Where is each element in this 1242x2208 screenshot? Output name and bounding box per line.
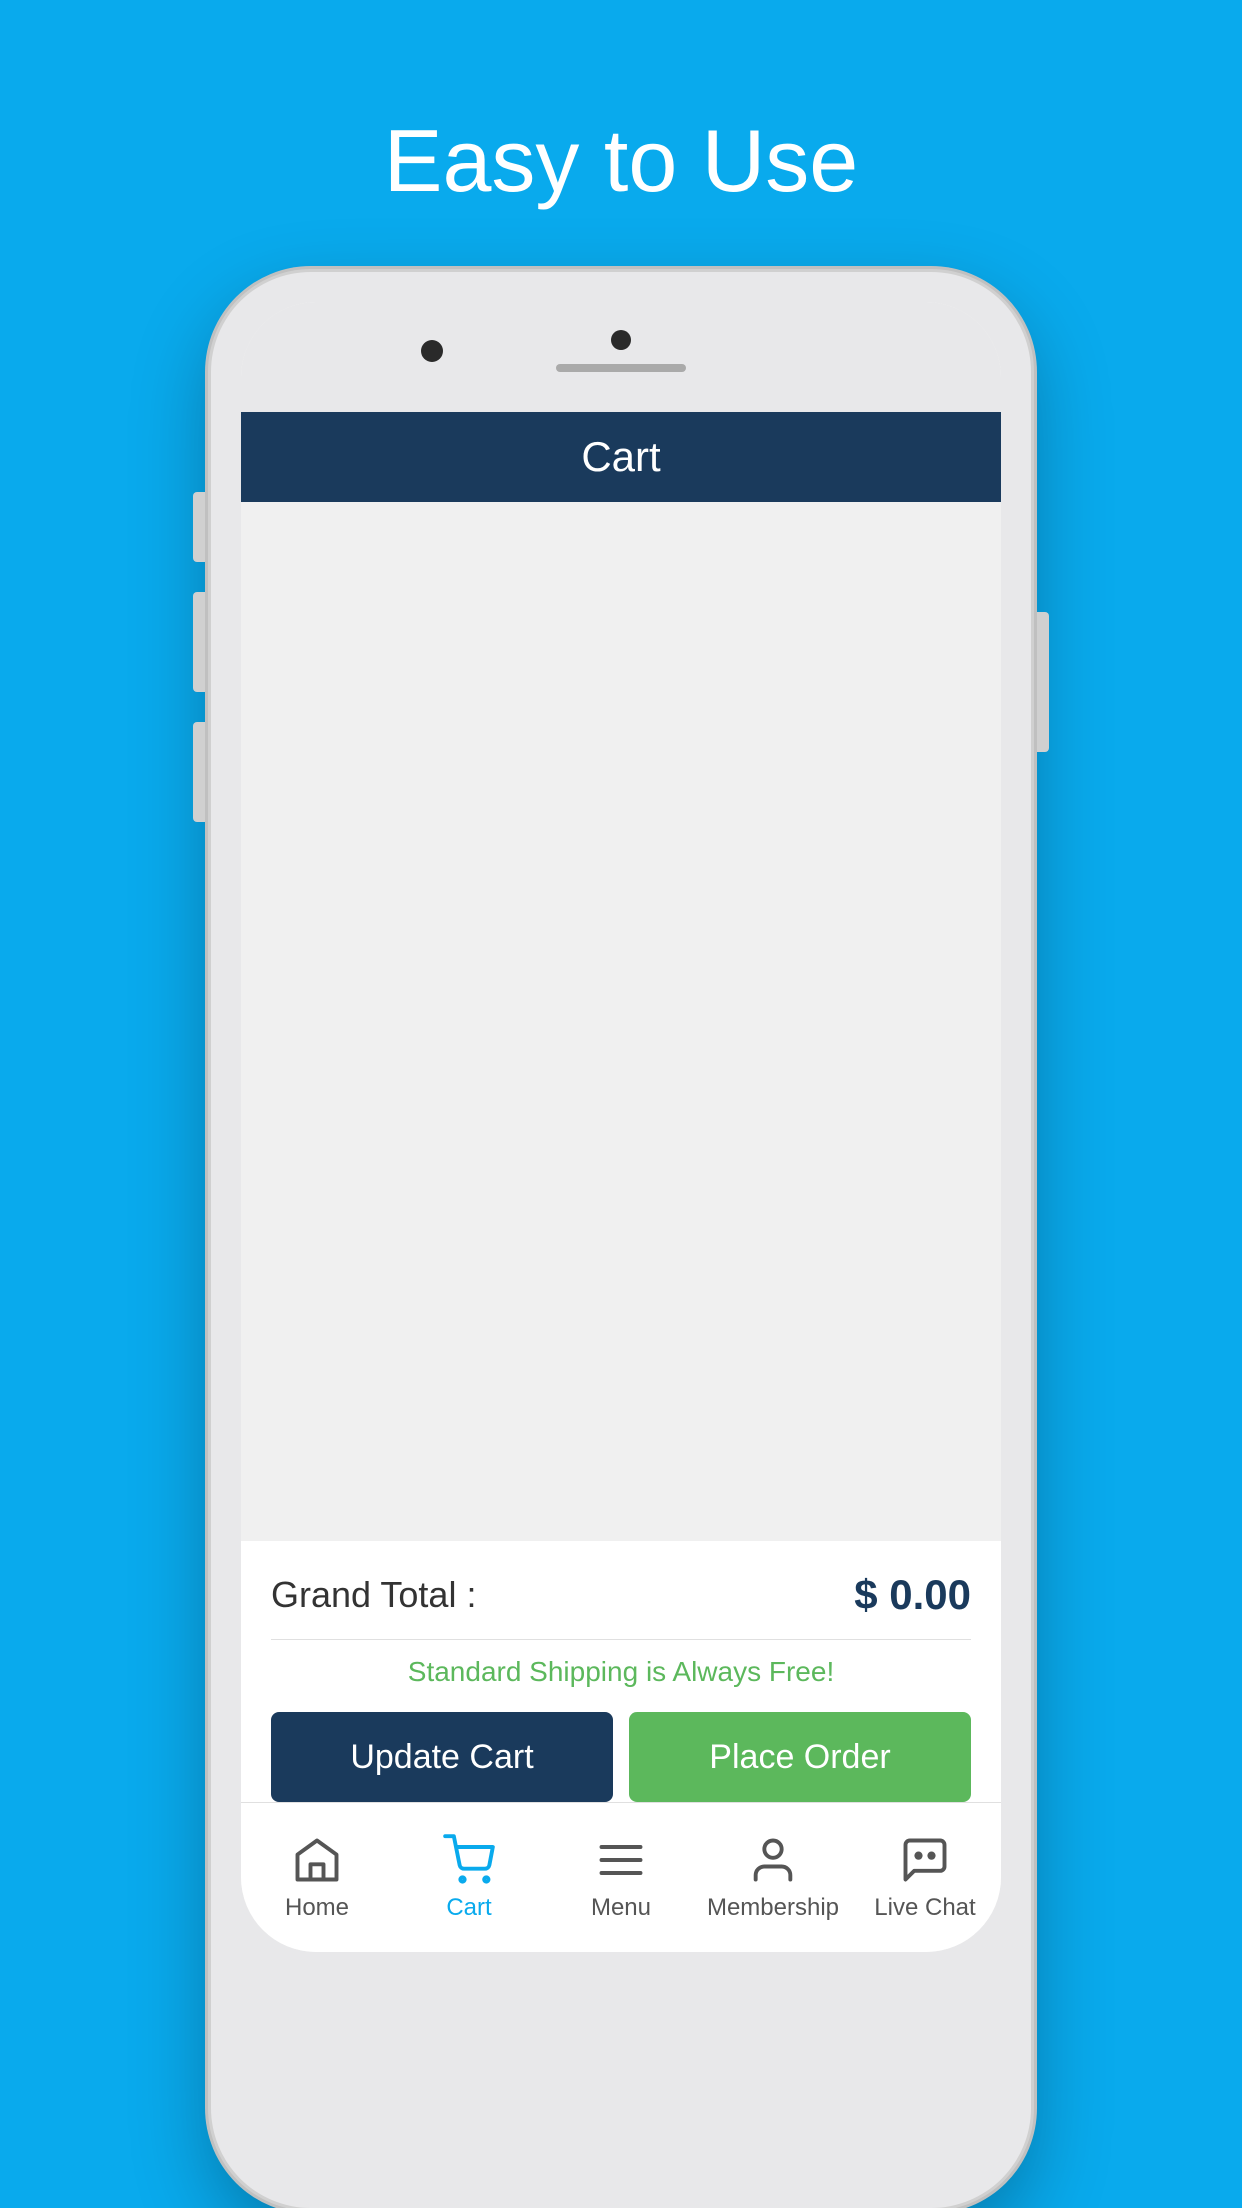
nav-item-membership[interactable]: Membership	[697, 1803, 849, 1952]
side-button-volume-up	[193, 492, 205, 562]
front-camera-secondary	[421, 340, 443, 362]
membership-icon	[747, 1834, 799, 1886]
nav-label-live-chat: Live Chat	[874, 1894, 975, 1922]
nav-label-membership: Membership	[707, 1894, 839, 1922]
app-header-title: Cart	[581, 433, 660, 481]
cart-bottom-section: Grand Total : $ 0.00 Standard Shipping i…	[241, 1541, 1001, 1802]
live-chat-icon	[899, 1834, 951, 1886]
phone-inner: Cart Grand Total : $ 0.00 Standard Shipp…	[241, 302, 1001, 1952]
grand-total-label: Grand Total :	[271, 1574, 476, 1616]
bottom-nav: Home Cart	[241, 1802, 1001, 1952]
nav-item-live-chat[interactable]: Live Chat	[849, 1803, 1001, 1952]
home-icon	[291, 1834, 343, 1886]
side-button-mute	[193, 722, 205, 822]
place-order-button[interactable]: Place Order	[629, 1712, 971, 1802]
side-button-power	[1037, 612, 1049, 752]
nav-item-menu[interactable]: Menu	[545, 1803, 697, 1952]
menu-icon	[595, 1834, 647, 1886]
grand-total-row: Grand Total : $ 0.00	[271, 1571, 971, 1640]
nav-label-cart: Cart	[446, 1894, 491, 1922]
grand-total-amount: $ 0.00	[854, 1571, 971, 1619]
shipping-notice: Standard Shipping is Always Free!	[271, 1656, 971, 1688]
page-title: Easy to Use	[384, 110, 858, 212]
nav-label-menu: Menu	[591, 1894, 651, 1922]
app-content: Cart Grand Total : $ 0.00 Standard Shipp…	[241, 412, 1001, 1952]
phone-top-bar	[241, 302, 1001, 412]
cart-main-area	[241, 502, 1001, 1541]
nav-item-cart[interactable]: Cart	[393, 1803, 545, 1952]
action-buttons: Update Cart Place Order	[271, 1712, 971, 1802]
speaker-grill	[556, 364, 686, 372]
nav-item-home[interactable]: Home	[241, 1803, 393, 1952]
nav-label-home: Home	[285, 1894, 349, 1922]
side-button-volume-down	[193, 592, 205, 692]
front-camera	[611, 330, 631, 350]
cart-icon	[443, 1834, 495, 1886]
phone-frame: Cart Grand Total : $ 0.00 Standard Shipp…	[211, 272, 1031, 2208]
app-header: Cart	[241, 412, 1001, 502]
update-cart-button[interactable]: Update Cart	[271, 1712, 613, 1802]
